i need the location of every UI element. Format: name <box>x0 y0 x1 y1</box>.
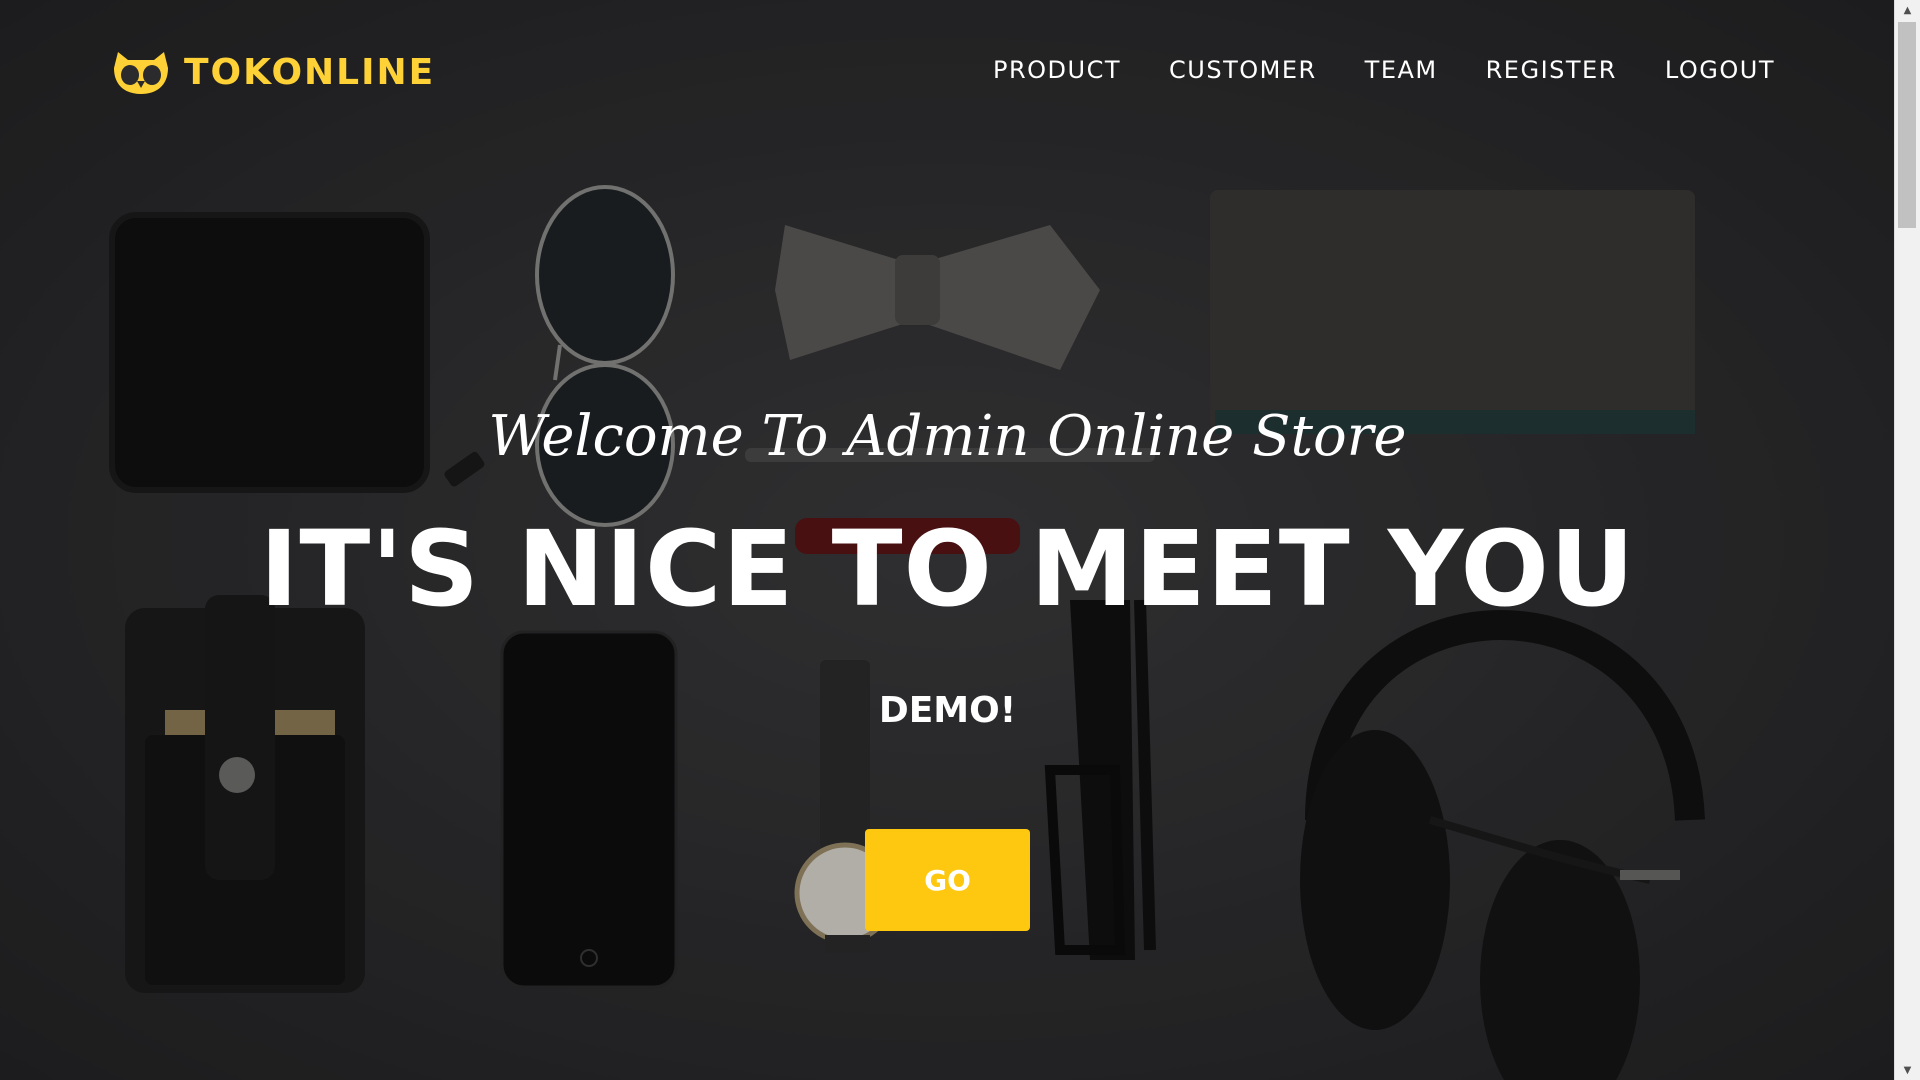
main-nav: PRODUCT CUSTOMER TEAM REGISTER LOGOUT <box>993 56 1775 84</box>
scroll-down-arrow-icon[interactable]: ▼ <box>1895 1060 1920 1080</box>
brand-name: TOKONLINE <box>184 51 436 93</box>
nav-item-team[interactable]: TEAM <box>1365 56 1438 84</box>
demo-text: DEMO! <box>878 690 1017 731</box>
vertical-scrollbar[interactable]: ▲ ▼ <box>1894 0 1920 1080</box>
owl-icon <box>114 52 168 94</box>
scroll-up-arrow-icon[interactable]: ▲ <box>1895 0 1920 20</box>
nav-item-product[interactable]: PRODUCT <box>993 56 1121 84</box>
hero-section: TOKONLINE PRODUCT CUSTOMER TEAM REGISTER… <box>0 0 1895 1080</box>
hero-headline: IT'S NICE TO MEET YOU <box>259 508 1636 630</box>
brand[interactable]: TOKONLINE <box>110 48 435 96</box>
nav-item-customer[interactable]: CUSTOMER <box>1169 56 1317 84</box>
welcome-subheading: Welcome To Admin Online Store <box>488 404 1407 469</box>
nav-item-register[interactable]: REGISTER <box>1486 56 1617 84</box>
scrollbar-thumb[interactable] <box>1898 22 1916 228</box>
nav-item-logout[interactable]: LOGOUT <box>1665 56 1775 84</box>
go-button[interactable]: GO <box>865 829 1030 931</box>
